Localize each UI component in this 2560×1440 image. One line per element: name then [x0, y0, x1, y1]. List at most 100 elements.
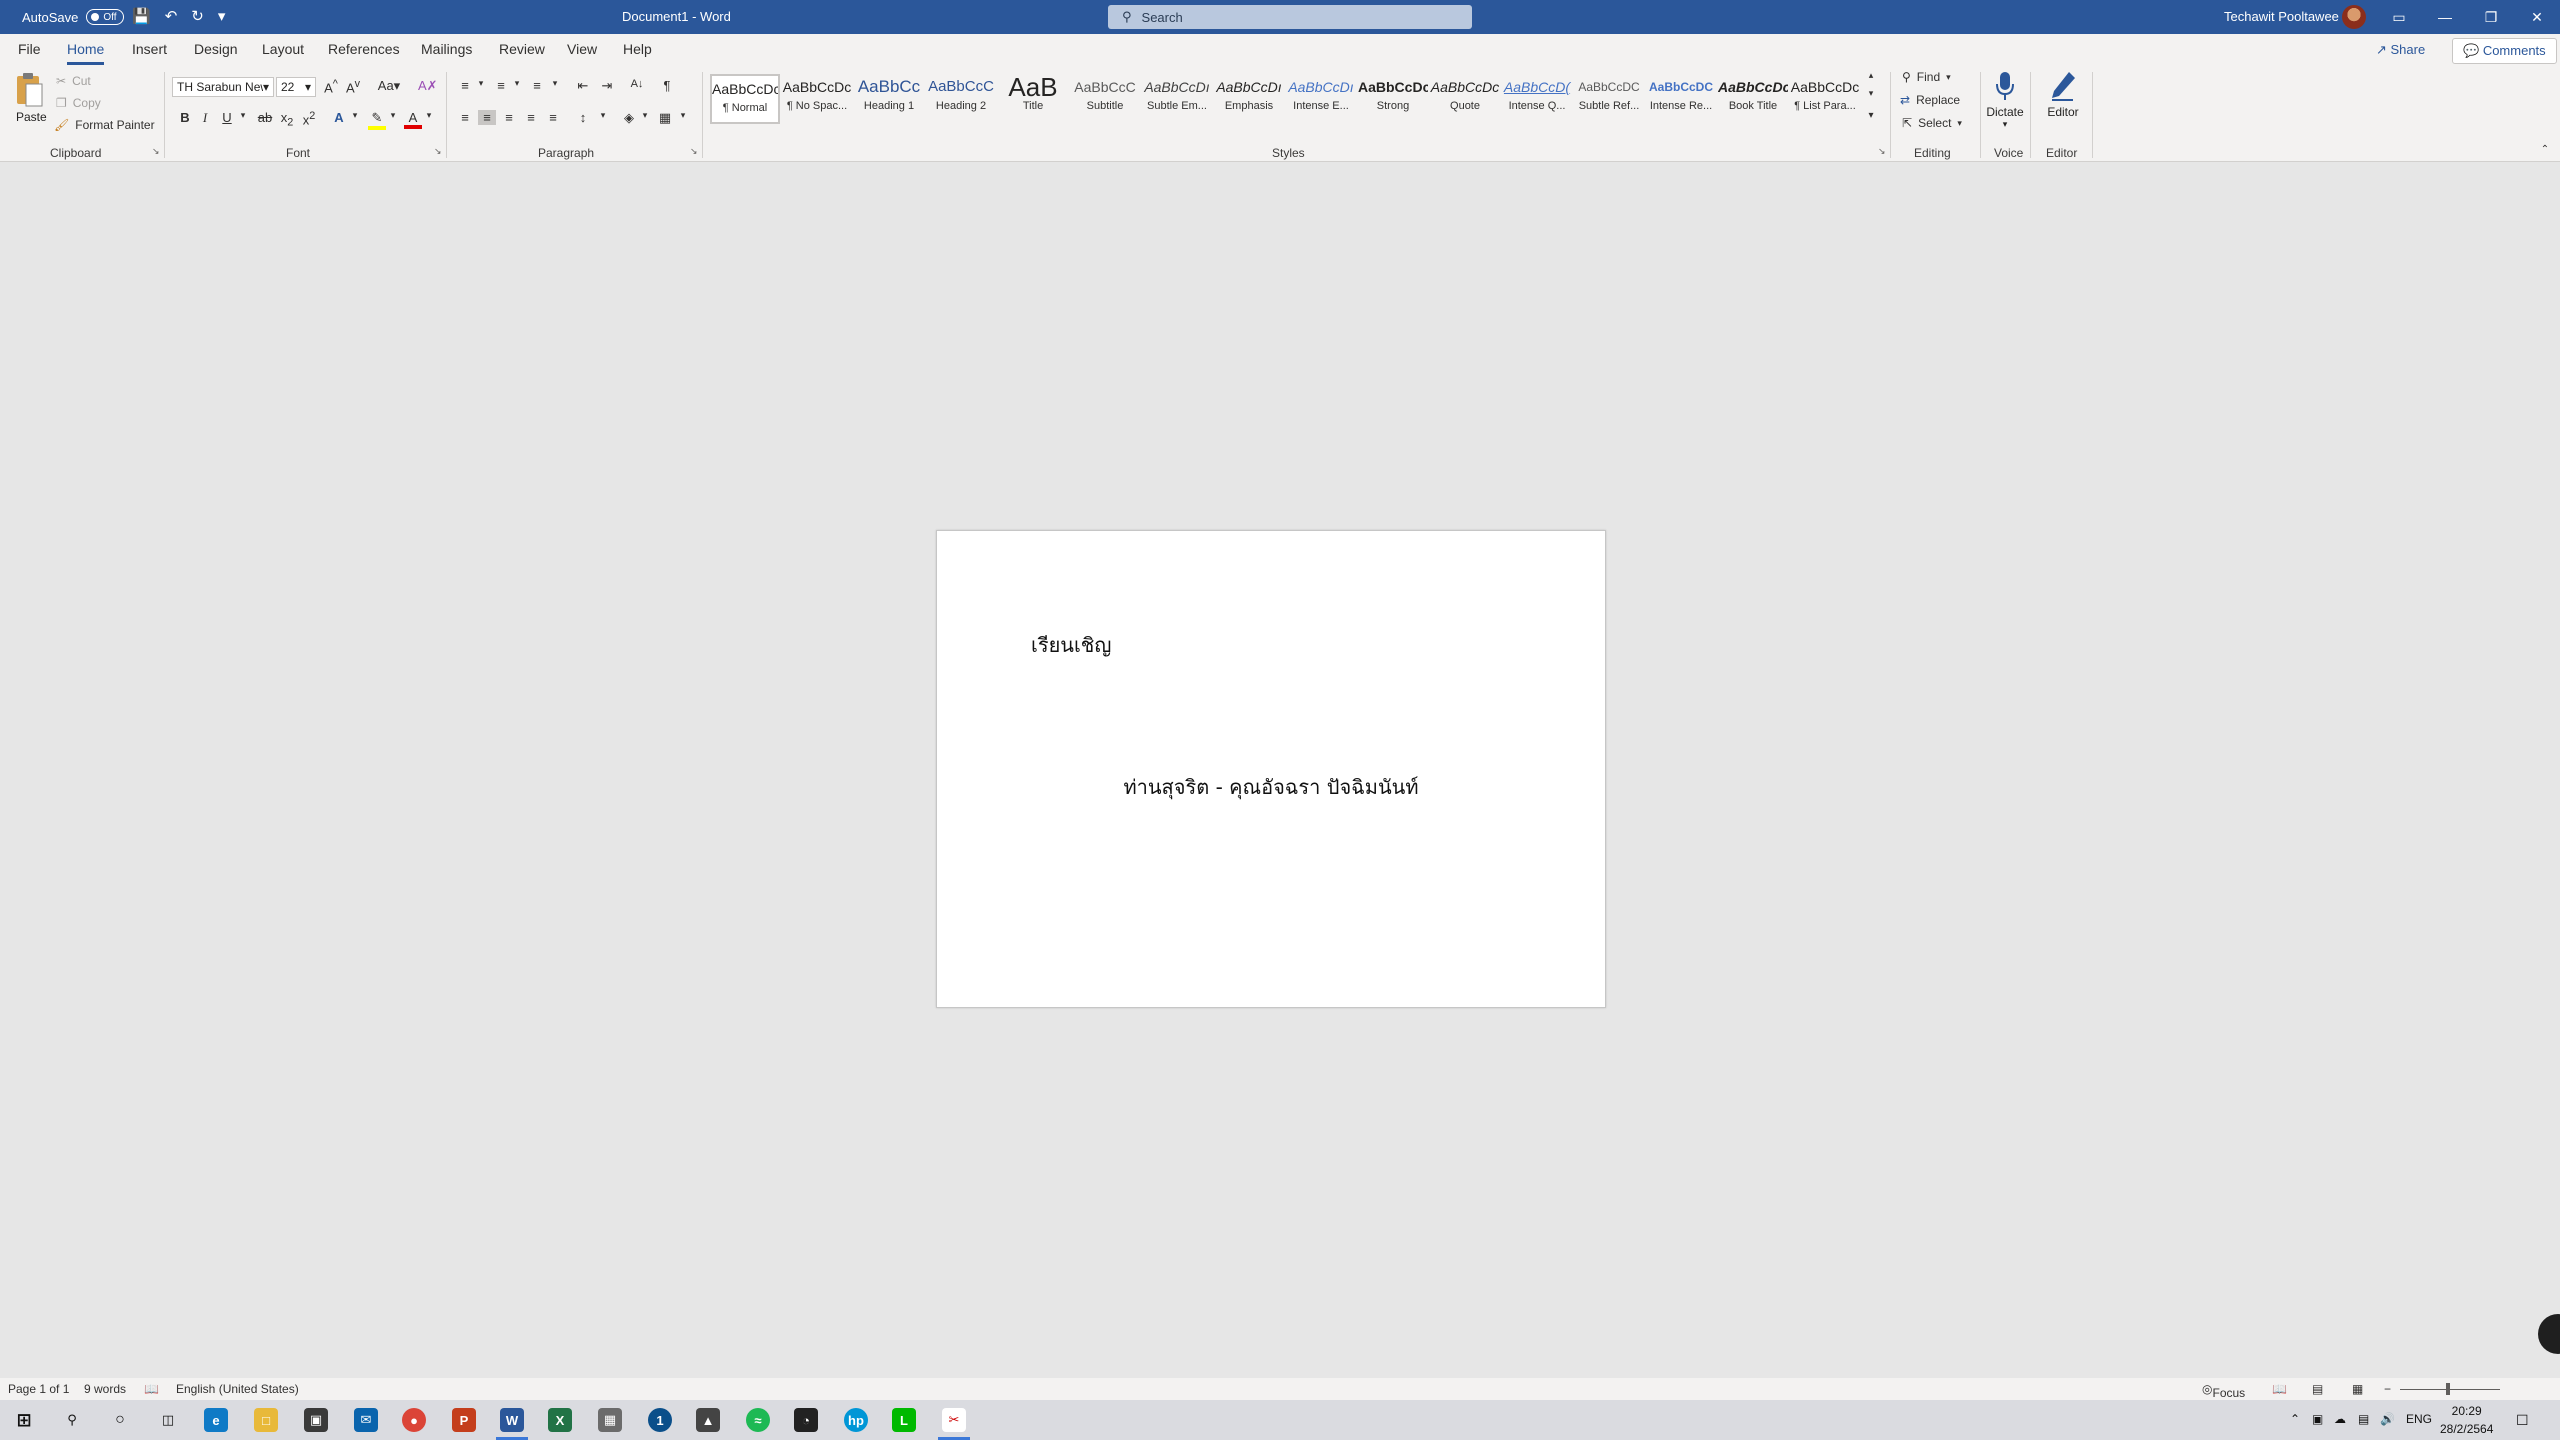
- snipping-tool-icon[interactable]: ✂: [938, 1408, 970, 1440]
- zoom-out-icon[interactable]: −: [2384, 1382, 2391, 1396]
- document-page[interactable]: เรียนเชิญ ท่านสุจริต - คุณอัจฉรา ปัจฉิมน…: [936, 530, 1606, 1008]
- chevron-down-icon[interactable]: ▾: [674, 110, 692, 121]
- chevron-down-icon[interactable]: ▾: [472, 78, 490, 89]
- unity-icon[interactable]: ▲: [696, 1408, 720, 1432]
- font-name-select[interactable]: TH Sarabun New ▾: [172, 77, 274, 97]
- style-subtle-reference[interactable]: AaBbCcDC Subtle Ref...: [1574, 74, 1644, 124]
- tab-home[interactable]: Home: [67, 41, 105, 65]
- multilevel-list-icon[interactable]: ≡: [528, 78, 546, 93]
- comments-button[interactable]: 💬 Comments: [2452, 38, 2557, 64]
- chrome-icon[interactable]: ●: [402, 1408, 426, 1432]
- task-view-icon[interactable]: ◫: [156, 1408, 180, 1432]
- network-icon[interactable]: ▤: [2358, 1412, 2369, 1426]
- style-subtitle[interactable]: AaBbCcC Subtitle: [1070, 74, 1140, 124]
- tab-review[interactable]: Review: [499, 41, 545, 57]
- tab-mailings[interactable]: Mailings: [421, 41, 472, 57]
- chevron-down-icon[interactable]: ▾: [546, 78, 564, 89]
- increase-indent-icon[interactable]: ⇥: [598, 78, 616, 94]
- gallery-more-icon[interactable]: ▾: [1862, 110, 1880, 121]
- chevron-down-icon[interactable]: ▾: [384, 110, 402, 121]
- line-spacing-icon[interactable]: ↕: [574, 110, 592, 125]
- chevron-down-icon[interactable]: ▾: [636, 110, 654, 121]
- subscript-icon[interactable]: x2: [278, 110, 296, 129]
- paragraph-launcher-icon[interactable]: ↘: [690, 146, 698, 157]
- proofing-icon[interactable]: 📖: [144, 1382, 159, 1396]
- style-emphasis[interactable]: AaBbCcDı Emphasis: [1214, 74, 1284, 124]
- style-quote[interactable]: AaBbCcDc Quote: [1430, 74, 1500, 124]
- mail-icon[interactable]: ✉: [354, 1408, 378, 1432]
- editor-button[interactable]: Editor: [2040, 70, 2086, 119]
- avatar[interactable]: [2342, 5, 2366, 29]
- excel-icon[interactable]: X: [548, 1408, 572, 1432]
- redo-icon[interactable]: ↻: [191, 7, 204, 25]
- tab-design[interactable]: Design: [194, 41, 238, 57]
- customize-qat-icon[interactable]: ▾: [218, 7, 226, 25]
- print-layout-icon[interactable]: ▤: [2312, 1382, 2323, 1396]
- style-strong[interactable]: AaBbCcDc Strong: [1358, 74, 1428, 124]
- select-button[interactable]: ⇱ Select ▾: [1902, 116, 1962, 130]
- italic-icon[interactable]: I: [196, 110, 214, 126]
- meet-now-icon[interactable]: ▣: [2312, 1412, 2323, 1426]
- edge-icon[interactable]: e: [204, 1408, 228, 1432]
- decrease-indent-icon[interactable]: ⇤: [574, 78, 592, 94]
- file-explorer-icon[interactable]: □: [254, 1408, 278, 1432]
- sort-icon[interactable]: A↓: [628, 78, 646, 90]
- restore-icon[interactable]: ❐: [2468, 0, 2514, 34]
- powerpoint-icon[interactable]: P: [452, 1408, 476, 1432]
- password-manager-icon[interactable]: 1: [648, 1408, 672, 1432]
- styles-launcher-icon[interactable]: ↘: [1878, 146, 1886, 157]
- cut-button[interactable]: ✂ Cut: [56, 74, 91, 88]
- clear-formatting-icon[interactable]: A✗: [418, 78, 438, 94]
- zoom-slider-thumb[interactable]: [2446, 1383, 2450, 1395]
- chevron-down-icon[interactable]: ▾: [508, 78, 526, 89]
- autosave-control[interactable]: AutoSave Off: [22, 9, 125, 25]
- clipboard-launcher-icon[interactable]: ↘: [152, 146, 160, 157]
- find-button[interactable]: ⚲ Find ▾: [1902, 70, 1951, 84]
- speedometer-icon[interactable]: ◔: [794, 1408, 818, 1432]
- gallery-down-icon[interactable]: ▾: [1862, 88, 1880, 99]
- change-case-icon[interactable]: Aa▾: [374, 78, 404, 94]
- align-left-icon[interactable]: ≡: [456, 110, 474, 125]
- search-box[interactable]: ⚲ Search: [1108, 5, 1472, 29]
- onedrive-icon[interactable]: ☁: [2334, 1412, 2346, 1426]
- cortana-icon[interactable]: ○: [108, 1408, 132, 1432]
- paste-button[interactable]: Paste: [16, 110, 47, 124]
- share-button[interactable]: ↗ Share: [2368, 38, 2433, 62]
- tab-insert[interactable]: Insert: [132, 41, 167, 57]
- justify-icon[interactable]: ≡: [522, 110, 540, 125]
- gallery-up-icon[interactable]: ▴: [1862, 70, 1880, 81]
- style-intense-quote[interactable]: AaBbCcD(Intense Q...: [1502, 74, 1572, 124]
- collapse-ribbon-icon[interactable]: ⌃: [2536, 144, 2554, 155]
- web-layout-icon[interactable]: ▦: [2352, 1382, 2363, 1396]
- style-book-title[interactable]: AaBbCcDc Book Title: [1718, 74, 1788, 124]
- notifications-icon[interactable]: ☐: [2516, 1412, 2529, 1429]
- document-line-1[interactable]: เรียนเชิญ: [1031, 629, 1111, 661]
- bold-icon[interactable]: B: [176, 110, 194, 125]
- strikethrough-icon[interactable]: ab: [256, 110, 274, 125]
- style-heading-2[interactable]: AaBbCcC Heading 2: [926, 74, 996, 124]
- chevron-down-icon[interactable]: ▾: [594, 110, 612, 121]
- user-name[interactable]: Techawit Pooltawee: [2224, 9, 2339, 24]
- line-icon[interactable]: L: [892, 1408, 916, 1432]
- tab-references[interactable]: References: [328, 41, 400, 57]
- close-icon[interactable]: ✕: [2514, 0, 2560, 34]
- grow-font-icon[interactable]: A^: [322, 78, 340, 95]
- windows-start-icon[interactable]: ⊞: [12, 1408, 36, 1432]
- tab-help[interactable]: Help: [623, 41, 652, 57]
- save-icon[interactable]: 💾: [132, 7, 151, 25]
- search-icon[interactable]: ⚲: [60, 1408, 84, 1432]
- font-launcher-icon[interactable]: ↘: [434, 146, 442, 157]
- style-intense-reference[interactable]: AaBbCcDC Intense Re...: [1646, 74, 1716, 124]
- word-count[interactable]: 9 words: [84, 1382, 126, 1396]
- font-size-select[interactable]: 22 ▾: [276, 77, 316, 97]
- spotify-icon[interactable]: ≈: [746, 1408, 770, 1432]
- style-heading-1[interactable]: AaBbCc Heading 1: [854, 74, 924, 124]
- style-normal[interactable]: AaBbCcDc ¶ Normal: [710, 74, 780, 124]
- format-painter-button[interactable]: 🖌 Format Painter: [54, 118, 155, 132]
- copy-button[interactable]: ❐ Copy: [56, 96, 101, 110]
- clock[interactable]: 20:29 28/2/2564: [2440, 1402, 2493, 1438]
- align-center-icon[interactable]: ≡: [478, 110, 496, 125]
- shrink-font-icon[interactable]: Av: [344, 78, 362, 95]
- tab-view[interactable]: View: [567, 41, 597, 57]
- chevron-down-icon[interactable]: ▾: [420, 110, 438, 121]
